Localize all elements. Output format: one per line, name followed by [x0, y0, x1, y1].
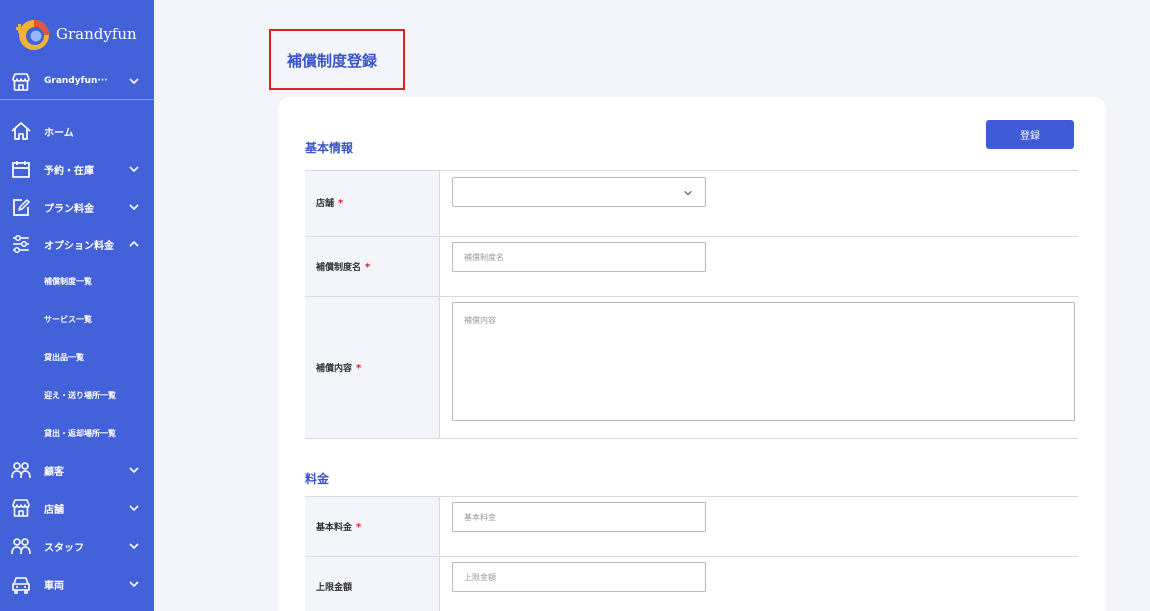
subnav-compensation-list[interactable]: 補償制度一覧: [0, 262, 154, 300]
max-price-input[interactable]: [452, 562, 706, 592]
users-icon: [11, 462, 31, 479]
row-label-cell: 店舗 *: [305, 171, 440, 236]
required-mark: *: [356, 522, 362, 533]
nav-option-price-label: オプション料金: [44, 240, 114, 252]
page-title: 補償制度登録: [287, 52, 378, 70]
nav-vehicle-label: 車両: [44, 580, 64, 592]
content-label-text: 補償内容: [316, 364, 353, 374]
subnav-pickup-dropoff-list[interactable]: 迎え・送り場所一覧: [0, 376, 154, 414]
store-label-text: 店舗: [316, 199, 335, 209]
home-icon: [11, 122, 31, 140]
nav-vehicle[interactable]: 車両: [0, 565, 154, 603]
subnav-service-list[interactable]: サービス一覧: [0, 300, 154, 338]
name-label: 補償制度名 *: [316, 260, 370, 273]
row-label-cell: 補償内容 *: [305, 297, 440, 438]
logo-icon: [16, 20, 49, 50]
section-basic-info: 基本情報: [305, 141, 354, 155]
required-mark: *: [356, 363, 362, 374]
required-mark: *: [365, 262, 371, 273]
nav-staff[interactable]: スタッフ: [0, 527, 154, 565]
chevron-down-icon: [129, 543, 139, 550]
chevron-down-icon: [684, 190, 692, 196]
store-icon: [12, 73, 30, 91]
edit-icon: [13, 199, 30, 216]
nav-plan-price[interactable]: プラン料金: [0, 188, 154, 226]
base-price-input[interactable]: [452, 502, 706, 532]
subnav-service-list-label: サービス一覧: [44, 314, 92, 324]
subnav-rental-items-list-label: 貸出品一覧: [44, 352, 84, 362]
max-price-label: 上限金額: [316, 583, 353, 593]
row-label-cell: 上限金額: [305, 557, 440, 611]
divider: [305, 438, 1078, 439]
chevron-down-icon: [129, 78, 139, 85]
store-selector[interactable]: Grandyfun···: [0, 62, 154, 100]
nav-option-price[interactable]: オプション料金: [0, 225, 154, 263]
name-label-text: 補償制度名: [316, 263, 362, 273]
nav-reservation-label: 予約・在庫: [44, 165, 94, 177]
chevron-down-icon: [129, 166, 139, 173]
chevron-up-icon: [129, 240, 139, 247]
compensation-name-input[interactable]: [452, 242, 706, 272]
store-name: Grandyfun···: [44, 75, 108, 86]
car-icon: [12, 577, 30, 594]
subnav-compensation-list-label: 補償制度一覧: [44, 276, 92, 286]
compensation-content-textarea[interactable]: [452, 302, 1075, 421]
nav-home[interactable]: ホーム: [0, 112, 154, 150]
nav-plan-price-label: プラン料金: [44, 203, 94, 215]
subnav-pickup-dropoff-list-label: 迎え・送り場所一覧: [44, 390, 116, 400]
sidebar: Grandyfun Grandyfun··· ホーム 予約・在庫 プラン料金 オ…: [0, 0, 154, 611]
subnav-rental-return-list[interactable]: 貸出・返却場所一覧: [0, 414, 154, 452]
nav-reservation[interactable]: 予約・在庫: [0, 150, 154, 188]
row-label-cell: 基本料金 *: [305, 497, 440, 556]
nav-home-label: ホーム: [44, 127, 74, 139]
chevron-down-icon: [129, 204, 139, 211]
nav-customer[interactable]: 顧客: [0, 451, 154, 489]
content-label: 補償内容 *: [316, 361, 361, 374]
users-icon: [11, 538, 31, 555]
store-select[interactable]: [452, 177, 706, 207]
base-price-label-text: 基本料金: [316, 523, 353, 533]
nav-store-label: 店舗: [44, 504, 64, 516]
chevron-down-icon: [129, 581, 139, 588]
brand-name: Grandyfun: [56, 25, 137, 43]
register-button[interactable]: 登録: [986, 120, 1074, 149]
chevron-down-icon: [129, 505, 139, 512]
required-mark: *: [338, 198, 344, 209]
nav-store[interactable]: 店舗: [0, 489, 154, 527]
subnav-rental-return-list-label: 貸出・返却場所一覧: [44, 428, 116, 438]
base-price-label: 基本料金 *: [316, 520, 361, 533]
subnav-rental-items-list[interactable]: 貸出品一覧: [0, 338, 154, 376]
sliders-icon: [13, 234, 29, 254]
nav-staff-label: スタッフ: [44, 542, 84, 554]
brand-logo[interactable]: Grandyfun: [14, 16, 137, 52]
store-icon: [12, 499, 30, 517]
section-price: 料金: [305, 472, 330, 486]
chevron-down-icon: [129, 467, 139, 474]
calendar-icon: [12, 161, 30, 178]
store-label: 店舗 *: [316, 196, 343, 209]
row-label-cell: 補償制度名 *: [305, 237, 440, 296]
nav-customer-label: 顧客: [44, 466, 64, 478]
